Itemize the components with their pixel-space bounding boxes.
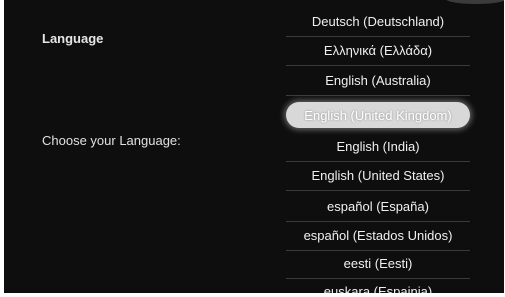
divider [286,65,470,66]
language-option[interactable]: euskara (Espainia) [286,278,470,294]
tv-screen: Language Choose your Language: Deutsch (… [4,0,504,293]
language-option[interactable]: eesti (Eesti) [286,250,470,276]
page-title: Language [42,31,104,46]
language-option[interactable]: English (Australia) [286,67,470,93]
language-option[interactable]: español (España) [286,193,470,219]
language-option[interactable]: Ελληνικά (Ελλάδα) [286,37,470,63]
divider [286,190,470,191]
language-prompt: Choose your Language: [42,133,181,148]
language-option-selected[interactable]: English (United Kingdom) [286,102,470,128]
language-option[interactable]: español (Estados Unidos) [286,222,470,248]
language-list: Deutsch (Deutschland) Ελληνικά (Ελλάδα) … [286,0,470,293]
language-option[interactable]: English (India) [286,133,470,159]
divider [286,95,470,96]
language-option[interactable]: English (United States) [286,162,470,188]
language-option[interactable]: Deutsch (Deutschland) [286,8,470,34]
